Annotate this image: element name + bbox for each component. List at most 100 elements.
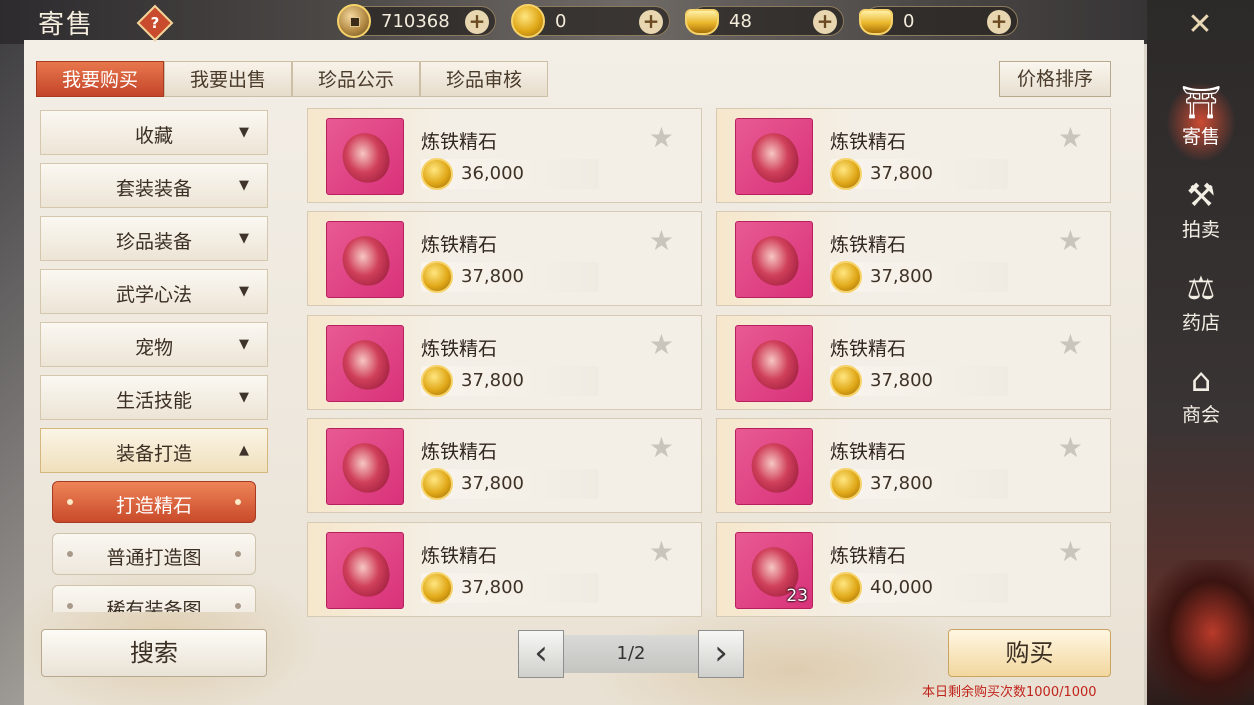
item-icon [326, 325, 404, 402]
item-card[interactable]: 炼铁精石 37,800 ★ [716, 418, 1111, 513]
category-equipment-forging[interactable]: 装备打造 ▲ [40, 428, 268, 473]
gold-coin-icon [830, 365, 862, 397]
item-icon [326, 428, 404, 505]
price-bar: 37,800 [421, 468, 599, 500]
favorite-star-icon[interactable]: ★ [649, 535, 674, 568]
gold-coin-icon [421, 365, 453, 397]
category-set-equipment[interactable]: 套装装备 ▼ [40, 163, 268, 208]
item-name: 炼铁精石 [830, 131, 907, 153]
gold-coin-icon [830, 572, 862, 604]
item-card[interactable]: 23 炼铁精石 40,000 ★ [716, 522, 1111, 617]
copper-coin-icon [337, 4, 371, 38]
item-name: 炼铁精石 [830, 441, 907, 463]
item-name: 炼铁精石 [830, 545, 907, 567]
favorite-star-icon[interactable]: ★ [1058, 328, 1083, 361]
nav-label: 寄售 [1181, 126, 1220, 148]
nav-consignment[interactable]: ⛩ 寄售 [1166, 82, 1236, 162]
category-life-skills[interactable]: 生活技能 ▼ [40, 375, 268, 420]
item-name: 炼铁精石 [830, 338, 907, 360]
next-page-button[interactable]: › [698, 630, 744, 678]
add-copper-button[interactable]: + [465, 10, 489, 34]
price-sort-button[interactable]: 价格排序 [999, 61, 1111, 97]
forging-stone-icon [747, 231, 803, 291]
tab-sell[interactable]: 我要出售 [164, 61, 293, 97]
item-card[interactable]: 炼铁精石 37,800 ★ [307, 315, 702, 410]
tab-treasure-review[interactable]: 珍品审核 [420, 61, 549, 97]
item-price: 37,800 [870, 163, 933, 184]
gold-ingot-currency: 0 + [859, 6, 1018, 36]
category-treasure-equipment[interactable]: 珍品装备 ▼ [40, 216, 268, 261]
favorite-star-icon[interactable]: ★ [649, 224, 674, 257]
forging-stone-icon [338, 128, 394, 188]
nav-pharmacy[interactable]: ⚖ 药店 [1166, 268, 1236, 348]
favorite-star-icon[interactable]: ★ [649, 121, 674, 154]
tab-bar: 我要购买 我要出售 珍品公示 珍品审核 [36, 61, 549, 97]
subcategory-label: 稀有装备图 [106, 599, 202, 612]
gold-ingot-value: 0 [903, 11, 915, 32]
category-label: 套装装备 [115, 178, 192, 200]
item-price: 37,800 [461, 370, 524, 391]
item-card[interactable]: 炼铁精石 37,800 ★ [307, 211, 702, 306]
chevron-up-icon: ▲ [239, 443, 249, 458]
item-icon [326, 118, 404, 195]
category-favorites[interactable]: 收藏 ▼ [40, 110, 268, 155]
close-icon[interactable]: ✕ [1180, 6, 1220, 46]
tab-treasure-notice[interactable]: 珍品公示 [292, 61, 421, 97]
search-button[interactable]: 搜索 [41, 629, 267, 677]
subcategory-normal-blueprint[interactable]: 普通打造图 [52, 533, 256, 575]
nav-chamber-of-commerce[interactable]: ⌂ 商会 [1166, 360, 1236, 440]
item-name: 炼铁精石 [421, 131, 498, 153]
price-bar: 37,800 [830, 261, 1008, 293]
page-indicator: 1/2 [564, 635, 698, 673]
nav-label: 拍卖 [1181, 219, 1220, 241]
favorite-star-icon[interactable]: ★ [649, 431, 674, 464]
favorite-star-icon[interactable]: ★ [1058, 224, 1083, 257]
bound-ingot-icon [685, 9, 719, 35]
add-gold-button[interactable]: + [639, 10, 663, 34]
item-card[interactable]: 炼铁精石 37,800 ★ [716, 211, 1111, 306]
item-price: 40,000 [870, 577, 933, 598]
copper-value: 710368 [381, 11, 450, 32]
gold-coin-icon [830, 158, 862, 190]
category-label: 武学心法 [115, 284, 192, 306]
item-price: 37,800 [870, 473, 933, 494]
nav-label: 商会 [1181, 404, 1220, 426]
subcategory-rare-blueprint[interactable]: 稀有装备图 [52, 585, 256, 612]
favorite-star-icon[interactable]: ★ [1058, 535, 1083, 568]
item-card[interactable]: 炼铁精石 37,800 ★ [716, 315, 1111, 410]
nav-auction[interactable]: ⚒ 拍卖 [1166, 175, 1236, 255]
item-name: 炼铁精石 [421, 441, 498, 463]
category-pets[interactable]: 宠物 ▼ [40, 322, 268, 367]
add-gold-ingot-button[interactable]: + [987, 10, 1011, 34]
bound-ingot-currency: 48 + [685, 6, 844, 36]
dot-icon [235, 551, 241, 557]
item-card[interactable]: 炼铁精石 37,800 ★ [307, 522, 702, 617]
favorite-star-icon[interactable]: ★ [1058, 431, 1083, 464]
category-label: 宠物 [134, 337, 173, 359]
buy-button[interactable]: 购买 [948, 629, 1111, 677]
item-icon [735, 428, 813, 505]
item-card[interactable]: 炼铁精石 36,000 ★ [307, 108, 702, 203]
subcategory-label: 普通打造图 [106, 547, 202, 569]
price-bar: 36,000 [421, 158, 599, 190]
item-card[interactable]: 炼铁精石 37,800 ★ [716, 108, 1111, 203]
item-icon [326, 532, 404, 609]
chevron-down-icon: ▼ [239, 178, 249, 193]
item-price: 37,800 [870, 266, 933, 287]
subcategory-label: 打造精石 [115, 495, 192, 517]
shop-icon: ⌂ [1190, 361, 1212, 399]
favorite-star-icon[interactable]: ★ [649, 328, 674, 361]
category-martial-arts[interactable]: 武学心法 ▼ [40, 269, 268, 314]
gold-value: 0 [555, 11, 567, 32]
price-bar: 37,800 [830, 365, 1008, 397]
tab-buy[interactable]: 我要购买 [36, 61, 165, 97]
item-card[interactable]: 炼铁精石 37,800 ★ [307, 418, 702, 513]
favorite-star-icon[interactable]: ★ [1058, 121, 1083, 154]
gold-coin-icon [511, 4, 545, 38]
subcategory-forging-stone[interactable]: 打造精石 [52, 481, 256, 523]
add-bound-ingot-button[interactable]: + [813, 10, 837, 34]
category-label: 珍品装备 [115, 231, 192, 253]
dot-icon [235, 603, 241, 609]
prev-page-button[interactable]: ‹ [518, 630, 564, 678]
item-price: 37,800 [870, 370, 933, 391]
